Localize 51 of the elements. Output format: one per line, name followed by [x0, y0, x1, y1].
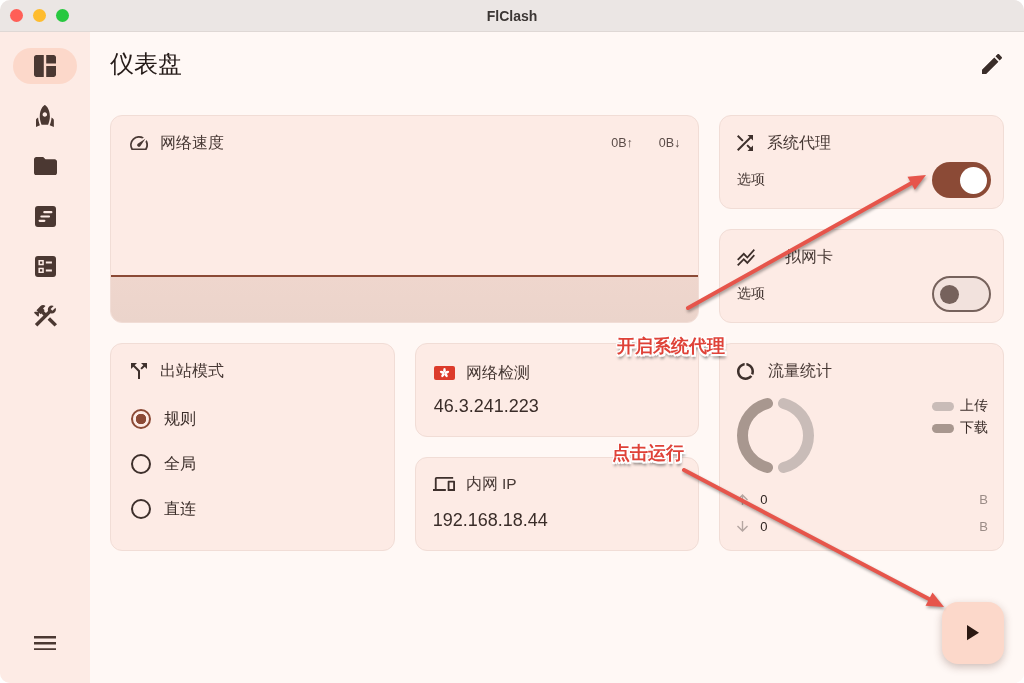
tools-icon: [33, 305, 57, 327]
flag-icon: [433, 366, 455, 380]
upload-speed: 0B↑: [611, 136, 633, 150]
card-title: 网络检测: [465, 363, 530, 383]
document-icon: [34, 205, 56, 227]
pencil-icon: [982, 54, 1002, 74]
folder-icon: [33, 156, 57, 176]
traffic-unit: B: [979, 518, 988, 534]
toggle-switch[interactable]: [932, 276, 991, 312]
arrow-down-icon: [737, 520, 749, 532]
window-title: FlClash: [486, 7, 538, 24]
ip-address: 46.3.241.223: [433, 395, 539, 417]
card-title: 内网 IP: [465, 474, 517, 494]
radio-label: 规则: [164, 408, 196, 429]
annotation-label: 点击运行: [612, 442, 684, 464]
arrow-up-icon: [737, 493, 749, 505]
card-title: 出站模式: [160, 361, 224, 381]
traffic-unit: B: [979, 491, 988, 507]
card-title: 流量统计: [768, 361, 833, 381]
line-chart-icon: [737, 248, 756, 266]
gauge-icon: [130, 135, 148, 151]
radio-button[interactable]: [131, 499, 151, 519]
card-subtitle: 选项: [737, 171, 766, 189]
download-speed: 0B↓: [658, 136, 681, 150]
sidebar-item[interactable]: [13, 48, 77, 84]
play-icon: [967, 625, 979, 641]
card-title: 网络速度: [160, 133, 224, 153]
play-button[interactable]: [942, 602, 1004, 664]
ip-address: 192.168.18.44: [432, 509, 548, 531]
page-title: 仪表盘: [110, 49, 182, 79]
traffic-value: 0: [760, 518, 768, 534]
shuffle-icon: [737, 135, 754, 151]
radio-label: 直连: [164, 498, 196, 519]
card-subtitle: 选项: [737, 285, 766, 303]
rocket-icon: [36, 105, 54, 127]
dashboard-icon: [34, 55, 56, 77]
edit-button[interactable]: [980, 52, 1004, 76]
split-arrow-icon: [131, 363, 147, 379]
devices-icon: [432, 476, 455, 492]
card-title: 系统代理: [767, 133, 832, 153]
ring-icon: [737, 362, 755, 380]
menu-icon: [34, 635, 56, 651]
radio-button[interactable]: [131, 454, 151, 474]
legend-label: 下载: [960, 419, 988, 437]
toggle-switch[interactable]: [932, 162, 991, 198]
annotation-label: 开启系统代理: [617, 335, 725, 357]
radio-label: 全局: [164, 453, 196, 474]
traffic-value: 0: [760, 491, 768, 507]
radio-button[interactable]: [131, 409, 151, 429]
checklist-icon: [34, 255, 56, 277]
legend-label: 上传: [960, 397, 988, 415]
